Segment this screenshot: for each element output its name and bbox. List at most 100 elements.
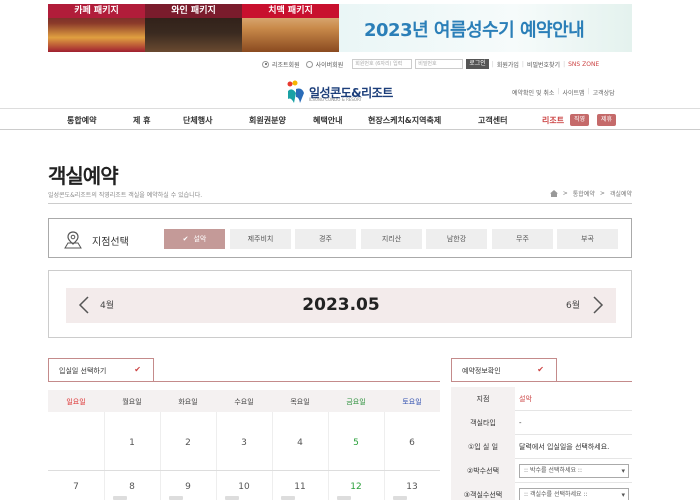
title-divider — [48, 203, 632, 204]
calendar-day[interactable]: 3 — [216, 438, 272, 448]
branch-gyeongju[interactable]: 경주 — [295, 229, 356, 249]
branch-jeju-beach[interactable]: 제주비치 — [230, 229, 291, 249]
divider: | — [491, 60, 494, 68]
divider: | — [587, 88, 590, 95]
sns-zone-link[interactable]: SNS ZONE — [568, 61, 599, 68]
info-row-nights: ②박수선택 :: 박수를 선택하세요 :: — [451, 459, 632, 483]
divider: | — [557, 88, 560, 95]
nav-resort[interactable]: 리조트 — [542, 115, 564, 126]
info-divider — [451, 381, 632, 382]
check-icon: ✔ — [134, 365, 141, 374]
chimac-package-banner[interactable]: 치맥 패키지 — [242, 4, 339, 52]
member-id-input[interactable]: 회원번호 (6자리) 입력 — [352, 59, 413, 69]
calendar-header: 일요일 월요일 화요일 수요일 목요일 금요일 토요일 — [48, 390, 440, 412]
calendar-day[interactable]: 12 — [328, 482, 384, 492]
info-branch-value: 설악 — [519, 395, 532, 403]
nav-partnership[interactable]: 제 휴 — [133, 115, 151, 126]
info-label: 객실타입 — [451, 411, 515, 435]
calendar-day[interactable]: 7 — [48, 482, 104, 492]
login-button[interactable]: 로그인 — [466, 59, 489, 69]
nav-customer-center[interactable]: 고객센터 — [478, 115, 507, 126]
info-row-rooms: ③객실수선택 :: 객실수를 선택하세요 :: — [451, 483, 632, 500]
calendar-day[interactable]: 1 — [104, 438, 160, 448]
logo-mark-icon — [287, 80, 304, 103]
next-month-button[interactable]: 6월 — [566, 298, 580, 311]
resort-member-radio[interactable] — [262, 60, 269, 68]
cyber-member-radio[interactable] — [305, 60, 313, 68]
chevron-right-icon[interactable] — [588, 296, 606, 314]
month-navigator: 4월 2023.05 6월 — [48, 270, 632, 338]
breadcrumb-sep: > — [562, 190, 568, 197]
availability-marker — [113, 496, 127, 500]
calendar-day[interactable]: 6 — [384, 438, 440, 448]
resort-member-label: 리조트회원 — [272, 61, 300, 69]
breadcrumb-item[interactable]: 통합예약 — [573, 189, 595, 198]
reservation-check-link[interactable]: 예약확인 및 취소 — [512, 88, 554, 97]
wine-package-banner[interactable]: 와인 패키지 — [145, 4, 242, 52]
nav-tag-direct[interactable]: 직영 — [570, 114, 590, 126]
info-label: ③객실수선택 — [451, 483, 515, 500]
main-nav: 통합예약 제 휴 단체행사 회원권분양 혜택안내 현장스케치&지역축제 고객센터… — [0, 108, 700, 130]
nights-select[interactable]: :: 박수를 선택하세요 :: — [519, 464, 629, 478]
weekday-monday: 월요일 — [122, 398, 142, 406]
branch-seorak[interactable]: 설악 — [164, 229, 225, 249]
nav-benefits[interactable]: 혜택안내 — [313, 115, 342, 126]
tab-reservation-info[interactable]: 예약정보확인 ✔ — [451, 358, 557, 382]
branch-jirisan[interactable]: 지리산 — [361, 229, 422, 249]
info-row-room-type: 객실타입 - — [451, 411, 632, 435]
cafe-package-banner[interactable]: 카페 패키지 — [48, 4, 145, 52]
find-password-link[interactable]: 비밀번호찾기 — [527, 60, 560, 69]
password-input[interactable]: 비밀번호 — [415, 59, 464, 69]
breadcrumb: > 통합예약 > 객실예약 — [549, 189, 632, 198]
page-title: 객실예약 — [48, 164, 119, 188]
page-description: 일성콘도&리조트의 직영리조트 객실을 예약하실 수 있습니다. — [48, 192, 203, 199]
divider: | — [521, 60, 524, 68]
nav-group-event[interactable]: 단체행사 — [183, 115, 212, 126]
check-icon: ✔ — [537, 365, 544, 374]
availability-marker — [393, 496, 407, 500]
chimac-package-label: 치맥 패키지 — [242, 4, 339, 18]
weekday-thursday: 목요일 — [290, 398, 310, 406]
cyber-member-label: 사이버회원 — [315, 61, 344, 69]
customer-consult-link[interactable]: 고객상담 — [593, 88, 615, 97]
calendar-day[interactable]: 8 — [104, 482, 160, 492]
site-logo[interactable]: 일성콘도&리조트 ILSUNG CONDO & RESORT — [286, 78, 393, 106]
branch-label: 지점선택 — [92, 237, 129, 248]
breadcrumb-sep: > — [599, 190, 605, 197]
info-label: ①입 실 일 — [451, 435, 515, 459]
calendar-day[interactable]: 4 — [272, 438, 328, 448]
summer-notice-text: 2023년 여름성수기 예약안내 — [364, 20, 585, 41]
page-root: 카페 패키지 와인 패키지 치맥 패키지 2023년 여름성수기 예약안내 리조… — [0, 0, 700, 500]
calendar-day[interactable]: 2 — [160, 438, 216, 448]
summer-notice-banner[interactable]: 2023년 여름성수기 예약안내 — [339, 4, 632, 52]
info-row-branch: 지점 설악 — [451, 387, 632, 411]
calendar-day[interactable]: 13 — [384, 482, 440, 492]
calendar-day[interactable]: 9 — [160, 482, 216, 492]
branch-namhangang[interactable]: 남한강 — [426, 229, 487, 249]
nav-integrated-reservation[interactable]: 통합예약 — [67, 115, 96, 126]
nav-tag-partner[interactable]: 제휴 — [597, 114, 617, 126]
grid-line — [48, 470, 440, 471]
rooms-select[interactable]: :: 객실수를 선택하세요 :: — [519, 488, 629, 500]
availability-marker — [225, 496, 239, 500]
sitemap-link[interactable]: 사이트맵 — [563, 88, 585, 97]
join-link[interactable]: 회원가입 — [497, 60, 519, 69]
divider: | — [563, 60, 566, 68]
info-label: 지점 — [451, 387, 515, 411]
weekday-tuesday: 화요일 — [178, 398, 198, 406]
home-icon[interactable] — [549, 190, 558, 197]
wine-package-label: 와인 패키지 — [145, 4, 242, 18]
branch-bugok[interactable]: 부곡 — [557, 229, 618, 249]
nav-membership-sale[interactable]: 회원권분양 — [249, 115, 286, 126]
calendar-day[interactable]: 10 — [216, 482, 272, 492]
nav-sketch-festival[interactable]: 현장스케치&지역축제 — [368, 115, 441, 126]
map-pin-icon — [64, 231, 82, 249]
tab-checkin-label: 입실일 선택하기 — [59, 367, 107, 375]
branch-muju[interactable]: 무주 — [492, 229, 553, 249]
tab-checkin-date[interactable]: 입실일 선택하기 ✔ — [48, 358, 154, 382]
cafe-package-label: 카페 패키지 — [48, 4, 145, 18]
calendar-day[interactable]: 5 — [328, 438, 384, 448]
login-bar: 리조트회원 사이버회원 회원번호 (6자리) 입력 비밀번호 로그인 | 회원가… — [262, 58, 632, 70]
calendar-day[interactable]: 11 — [272, 482, 328, 492]
top-banners: 카페 패키지 와인 패키지 치맥 패키지 2023년 여름성수기 예약안내 — [48, 4, 632, 52]
